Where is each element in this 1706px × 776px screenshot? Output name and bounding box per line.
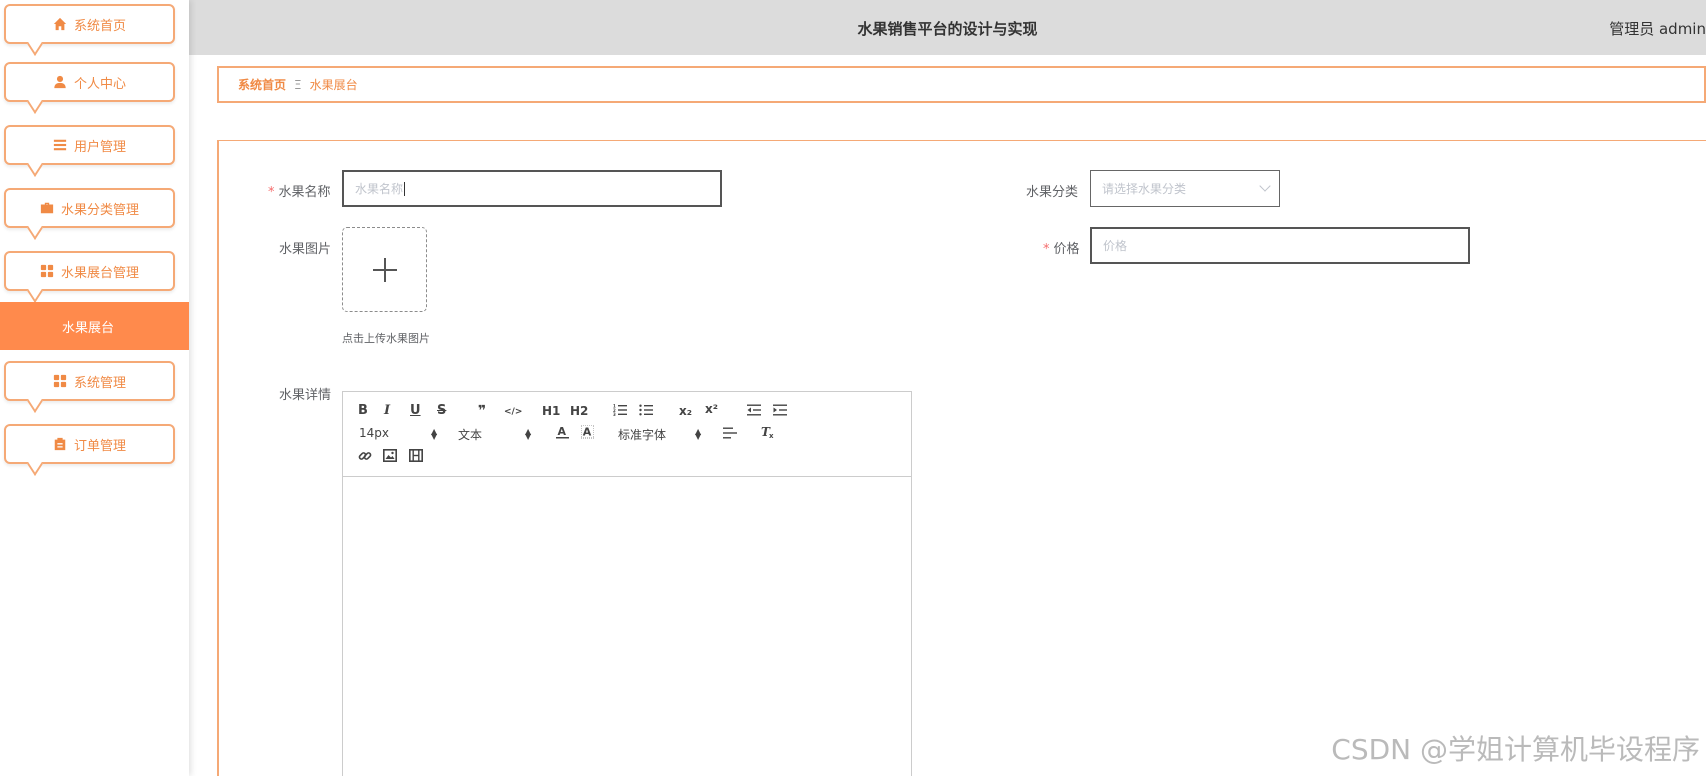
sidebar-item-label: 水果展台管理 [60,265,139,281]
chevron-down-icon [1259,180,1271,192]
bold-button[interactable]: B [358,404,368,418]
sidebar-item-fruit-display[interactable]: 水果展台 [0,302,189,350]
sidebar-item-home[interactable]: 系统首页 [4,4,175,44]
strike-button[interactable]: S [437,404,446,418]
svg-text:3: 3 [613,412,616,416]
sidebar-item-system[interactable]: 系统管理 [4,361,175,401]
breadcrumb-home[interactable]: 系统首页 [238,76,286,93]
quote-button[interactable]: ❞ [478,404,486,418]
user-icon [54,75,66,89]
italic-button[interactable]: I [384,404,390,418]
editor-content-area[interactable] [343,477,911,776]
sidebar-item-label: 用户管理 [73,139,126,155]
bullet-list-icon[interactable] [639,404,653,419]
svg-text:A: A [558,425,567,438]
sidebar-item-label: 系统首页 [73,18,126,34]
sidebar-item-label: 个人中心 [73,76,126,92]
top-header: 水果销售平台的设计与实现 管理员 admin [189,0,1706,55]
list-icon [53,139,67,151]
rich-text-editor: B I U S ❞ </> H1 H2 123 x₂ x² 14px ▲ ▼ 文本… [342,391,912,776]
sidebar-item-fruit-display-manage[interactable]: 水果展台管理 [4,251,175,291]
video-icon[interactable] [409,449,423,465]
code-button[interactable]: </> [504,405,522,419]
grid-icon [53,374,67,388]
fruit-detail-label: 水果详情 [279,388,332,403]
indent-icon[interactable] [773,404,787,419]
svg-text:x: x [769,432,774,439]
h2-button[interactable]: H2 [570,404,588,418]
header-select[interactable]: 文本 ▲ ▼ [458,426,538,443]
sidebar-item-label: 水果分类管理 [60,202,139,218]
sidebar-item-label: 订单管理 [73,438,126,454]
required-mark: * [1043,242,1050,257]
font-family-select[interactable]: 标准字体 ▲ ▼ [618,426,708,443]
superscript-button[interactable]: x² [705,402,718,416]
image-upload-button[interactable] [342,227,427,312]
current-user[interactable]: 管理员 admin [1609,18,1706,39]
ordered-list-icon[interactable]: 123 [613,404,627,419]
align-left-icon[interactable] [723,427,737,442]
price-input[interactable]: 价格 [1090,227,1470,264]
fruit-category-select[interactable]: 请选择水果分类 [1090,170,1280,207]
sidebar-item-label: 水果展台 [62,320,115,336]
home-icon [53,17,67,31]
sidebar-item-users[interactable]: 用户管理 [4,125,175,165]
fruit-name-label: * 水果名称 [268,185,331,200]
outdent-icon[interactable] [747,404,761,419]
link-icon[interactable] [358,449,372,466]
breadcrumb-separator: Ξ [294,77,302,92]
text-cursor [404,181,406,196]
briefcase-icon [40,202,54,214]
page-title: 水果销售平台的设计与实现 [857,20,1038,38]
text-color-icon[interactable]: A [556,425,569,442]
watermark: CSDN @学姐计算机毕设程序 [1331,733,1700,766]
fruit-name-input[interactable]: 水果名称 [342,170,722,207]
fruit-image-label: 水果图片 [279,242,332,257]
font-size-select[interactable]: 14px ▲ ▼ [359,426,439,441]
image-icon[interactable] [383,449,397,465]
grid-icon [40,264,54,278]
svg-text:A: A [583,426,592,439]
clear-format-icon[interactable]: Tx [761,425,776,442]
editor-toolbar: B I U S ❞ </> H1 H2 123 x₂ x² 14px ▲ ▼ 文本… [343,392,911,477]
breadcrumb: 系统首页 Ξ 水果展台 [217,66,1706,103]
background-color-icon[interactable]: A [580,424,595,442]
required-mark: * [268,185,275,200]
sidebar-item-orders[interactable]: 订单管理 [4,424,175,464]
fruit-category-label: 水果分类 [1026,185,1079,200]
underline-button[interactable]: U [410,404,421,418]
sidebar-item-label: 系统管理 [73,375,126,391]
price-label: * 价格 [1043,242,1080,257]
upload-tip: 点击上传水果图片 [342,332,430,345]
sidebar-item-fruit-category[interactable]: 水果分类管理 [4,188,175,228]
sidebar-item-profile[interactable]: 个人中心 [4,62,175,102]
clipboard-icon [54,437,66,451]
h1-button[interactable]: H1 [542,404,560,418]
breadcrumb-current: 水果展台 [309,78,358,92]
sidebar: 系统首页 个人中心 用户管理 水果分类管理 水果展台管理 水果展台 系统管理 订… [0,0,189,776]
subscript-button[interactable]: x₂ [679,404,692,418]
